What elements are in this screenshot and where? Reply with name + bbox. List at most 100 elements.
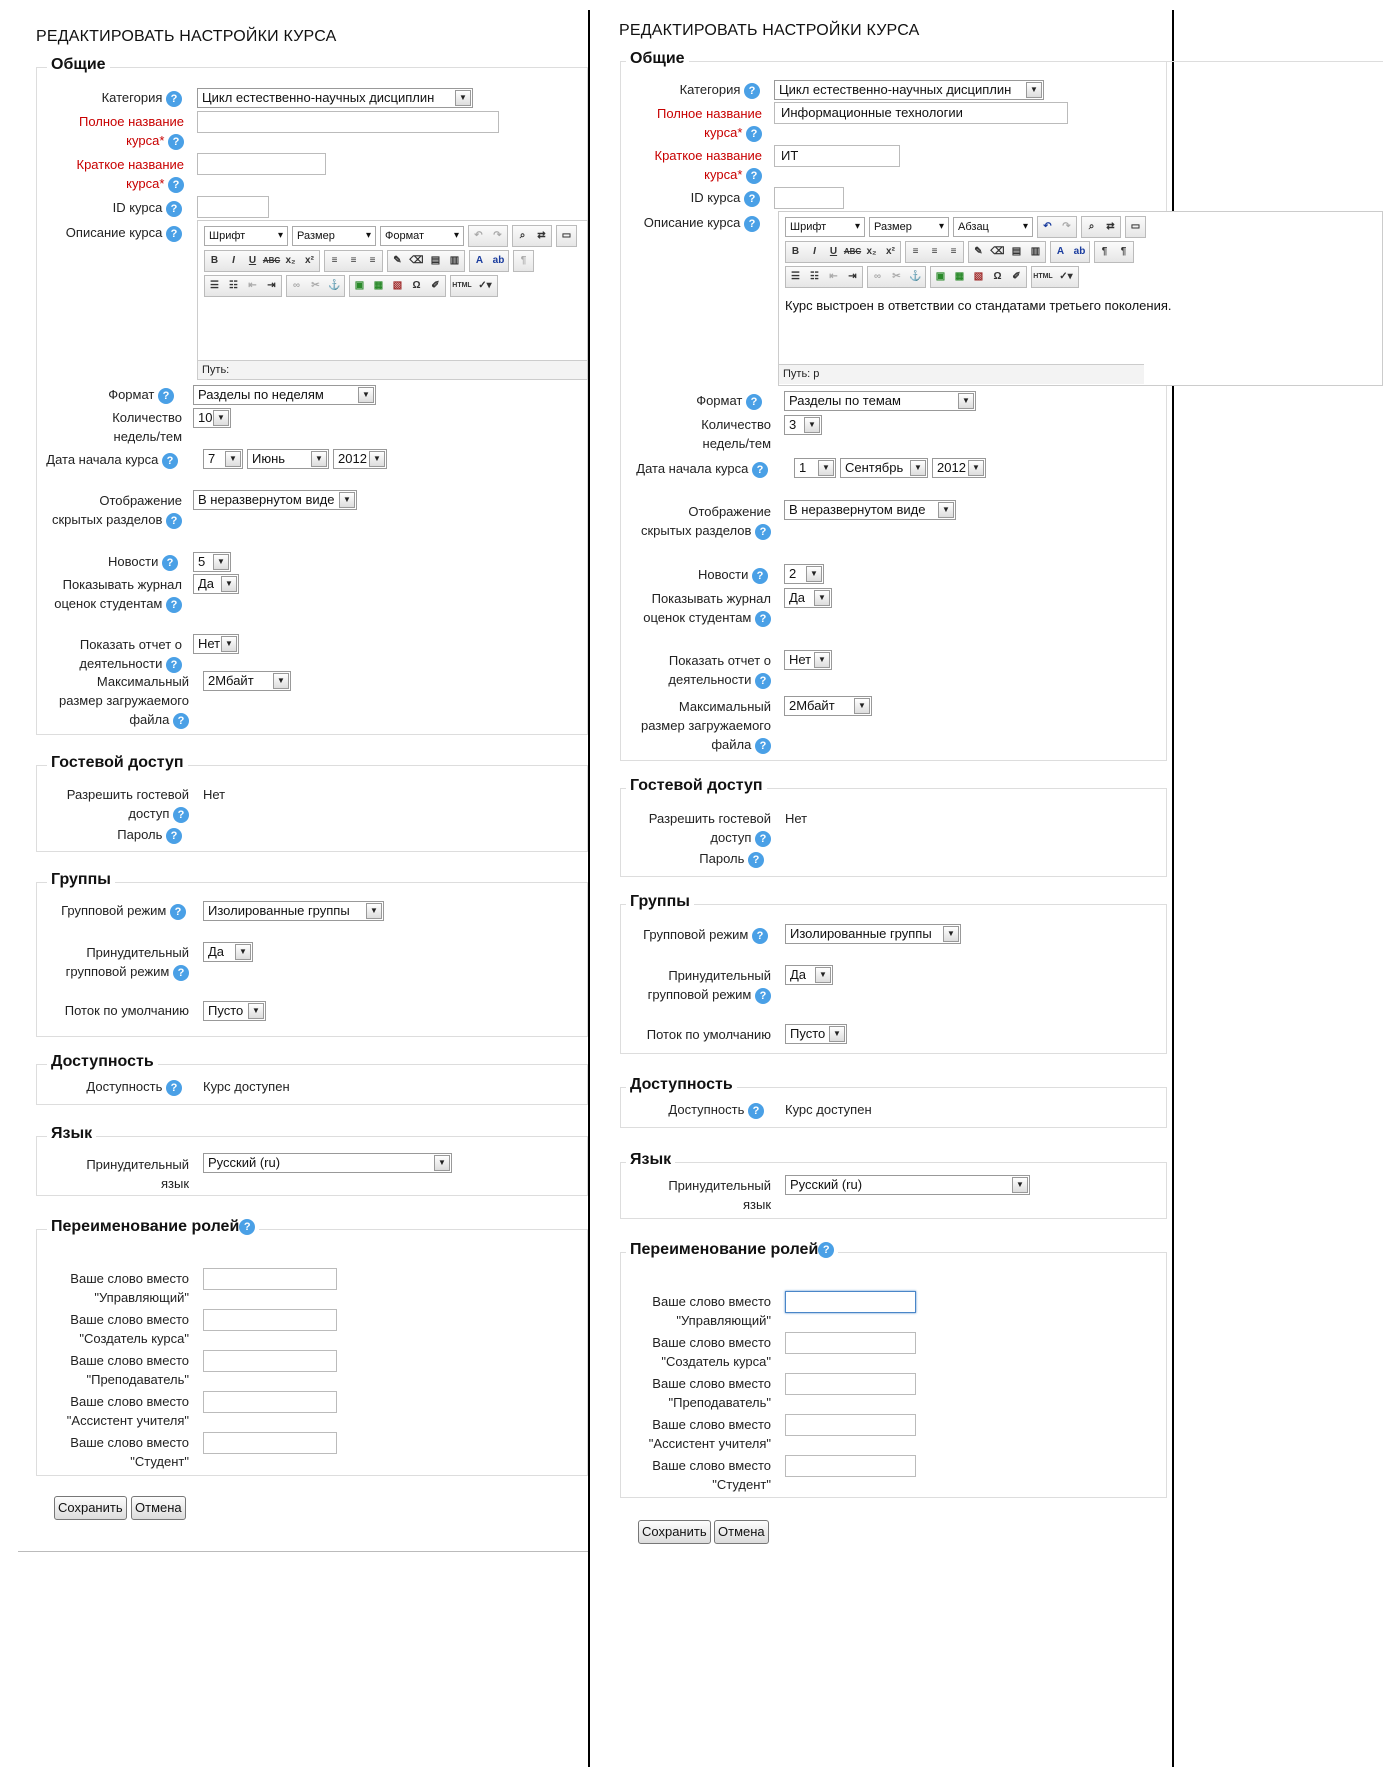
help-icon[interactable]: ? bbox=[239, 1218, 256, 1235]
category-select[interactable]: Цикл естественно-научных дисциплин ▼ bbox=[774, 80, 1044, 100]
summary-editor[interactable]: Шрифт Размер Формат ↶↷ ⌕⇄ ▭ BIUABCx₂x² ≡… bbox=[197, 220, 588, 380]
paste-word-icon[interactable]: ▥ bbox=[1026, 242, 1045, 262]
format-select[interactable]: Разделы по неделям ▼ bbox=[193, 385, 376, 405]
numsections-select[interactable]: 10 ▼ bbox=[193, 408, 231, 428]
help-icon[interactable]: ? bbox=[746, 125, 762, 142]
paste-word-icon[interactable]: ▥ bbox=[445, 251, 464, 271]
startdate-day-select[interactable]: 7 ▼ bbox=[203, 449, 243, 469]
role-teacher-input[interactable] bbox=[203, 1350, 337, 1372]
startdate-month-select[interactable]: Сентябрь ▼ bbox=[840, 458, 928, 478]
html-icon[interactable]: HTML bbox=[1032, 267, 1054, 287]
startdate-month-select[interactable]: Июнь ▼ bbox=[247, 449, 329, 469]
anchor-icon[interactable]: ⚓ bbox=[325, 276, 344, 296]
unlink-icon[interactable]: ✂ bbox=[306, 276, 325, 296]
help-icon[interactable]: ? bbox=[173, 964, 189, 981]
cancel-button[interactable]: Отмена bbox=[131, 1496, 186, 1520]
bullet-list-icon[interactable]: ☰ bbox=[205, 276, 224, 296]
image-icon[interactable]: ▣ bbox=[931, 267, 950, 287]
underline-icon[interactable]: U bbox=[824, 242, 843, 262]
help-icon[interactable]: ? bbox=[170, 903, 186, 920]
startdate-year-select[interactable]: 2012 ▼ bbox=[932, 458, 986, 478]
anchor-icon[interactable]: ⚓ bbox=[906, 267, 925, 287]
help-icon[interactable]: ? bbox=[166, 225, 182, 242]
help-icon[interactable]: ? bbox=[173, 806, 189, 823]
superscript-icon[interactable]: x² bbox=[881, 242, 900, 262]
help-icon[interactable]: ? bbox=[755, 737, 771, 754]
html-icon[interactable]: HTML bbox=[451, 276, 473, 296]
align-right-icon[interactable]: ≡ bbox=[944, 242, 963, 262]
fullname-input[interactable]: Информационные технологии bbox=[774, 102, 1068, 124]
size-select[interactable]: Размер bbox=[869, 217, 949, 237]
showgrades-select[interactable]: Да ▼ bbox=[193, 574, 239, 594]
help-icon[interactable]: ? bbox=[748, 851, 764, 868]
forcelang-select[interactable]: Русский (ru) ▼ bbox=[203, 1153, 452, 1173]
format-select[interactable]: Формат bbox=[380, 226, 464, 246]
ltr-icon[interactable]: ¶ bbox=[514, 251, 533, 271]
maxbytes-select[interactable]: 2Мбайт ▼ bbox=[203, 671, 291, 691]
spellcheck-icon[interactable]: ✓▾ bbox=[473, 276, 497, 296]
fullname-input[interactable] bbox=[197, 111, 499, 133]
outdent-icon[interactable]: ⇤ bbox=[824, 267, 843, 287]
bold-icon[interactable]: B bbox=[786, 242, 805, 262]
showreports-select[interactable]: Нет ▼ bbox=[193, 634, 239, 654]
clean-icon[interactable]: ✎ bbox=[388, 251, 407, 271]
redo-icon[interactable]: ↷ bbox=[488, 226, 507, 246]
spellcheck-icon[interactable]: ✓▾ bbox=[1054, 267, 1078, 287]
nolink-icon[interactable]: ▧ bbox=[388, 276, 407, 296]
size-select[interactable]: Размер bbox=[292, 226, 376, 246]
clean-icon[interactable]: ✎ bbox=[969, 242, 988, 262]
align-right-icon[interactable]: ≡ bbox=[363, 251, 382, 271]
italic-icon[interactable]: I bbox=[224, 251, 243, 271]
replace-icon[interactable]: ⇄ bbox=[1101, 217, 1120, 237]
align-left-icon[interactable]: ≡ bbox=[906, 242, 925, 262]
font-select[interactable]: Шрифт bbox=[785, 217, 865, 237]
showreports-select[interactable]: Нет ▼ bbox=[784, 650, 832, 670]
fullscreen-icon[interactable]: ▭ bbox=[1126, 217, 1145, 237]
help-icon[interactable]: ? bbox=[746, 393, 762, 410]
superscript-icon[interactable]: x² bbox=[300, 251, 319, 271]
summary-editor[interactable]: Шрифт Размер Абзац ↶↷ ⌕⇄ ▭ BIUABCx₂x² ≡≡… bbox=[778, 211, 1383, 386]
redo-icon[interactable]: ↷ bbox=[1057, 217, 1076, 237]
align-center-icon[interactable]: ≡ bbox=[344, 251, 363, 271]
news-select[interactable]: 2 ▼ bbox=[784, 564, 824, 584]
help-icon[interactable]: ? bbox=[755, 523, 771, 540]
role-student-input[interactable] bbox=[785, 1455, 916, 1477]
find-icon[interactable]: ⌕ bbox=[1082, 217, 1101, 237]
font-select[interactable]: Шрифт bbox=[204, 226, 288, 246]
italic-icon[interactable]: I bbox=[805, 242, 824, 262]
help-icon[interactable]: ? bbox=[166, 200, 182, 217]
role-student-input[interactable] bbox=[203, 1432, 337, 1454]
subscript-icon[interactable]: x₂ bbox=[862, 242, 881, 262]
role-coursecreator-input[interactable] bbox=[203, 1309, 337, 1331]
indent-icon[interactable]: ⇥ bbox=[262, 276, 281, 296]
groupmode-select[interactable]: Изолированные группы ▼ bbox=[203, 901, 384, 921]
help-icon[interactable]: ? bbox=[744, 82, 760, 99]
eraser-icon[interactable]: ⌫ bbox=[407, 251, 426, 271]
shortname-input[interactable]: ИТ bbox=[774, 145, 900, 167]
link-icon[interactable]: ∞ bbox=[287, 276, 306, 296]
text-color-icon[interactable]: A bbox=[470, 251, 489, 271]
highlight-icon[interactable]: ab bbox=[489, 251, 508, 271]
strikethrough-icon[interactable]: ABC bbox=[262, 251, 281, 271]
help-icon[interactable]: ? bbox=[162, 452, 178, 469]
bullet-list-icon[interactable]: ☰ bbox=[786, 267, 805, 287]
role-manager-input[interactable] bbox=[785, 1291, 916, 1313]
help-icon[interactable]: ? bbox=[162, 554, 178, 571]
showgrades-select[interactable]: Да ▼ bbox=[784, 588, 832, 608]
rtl-icon[interactable]: ¶ bbox=[1114, 242, 1133, 262]
format-select[interactable]: Разделы по темам ▼ bbox=[784, 391, 976, 411]
format-select[interactable]: Абзац bbox=[953, 217, 1033, 237]
align-center-icon[interactable]: ≡ bbox=[925, 242, 944, 262]
help-icon[interactable]: ? bbox=[818, 1241, 835, 1258]
help-icon[interactable]: ? bbox=[166, 596, 182, 613]
forcelang-select[interactable]: Русский (ru) ▼ bbox=[785, 1175, 1030, 1195]
groupmode-select[interactable]: Изолированные группы ▼ bbox=[785, 924, 961, 944]
help-icon[interactable]: ? bbox=[173, 712, 189, 729]
insert-icon[interactable]: ✐ bbox=[426, 276, 445, 296]
omega-icon[interactable]: Ω bbox=[407, 276, 426, 296]
indent-icon[interactable]: ⇥ bbox=[843, 267, 862, 287]
help-icon[interactable]: ? bbox=[752, 927, 768, 944]
startdate-day-select[interactable]: 1 ▼ bbox=[794, 458, 836, 478]
help-icon[interactable]: ? bbox=[744, 215, 760, 232]
shortname-input[interactable] bbox=[197, 153, 326, 175]
